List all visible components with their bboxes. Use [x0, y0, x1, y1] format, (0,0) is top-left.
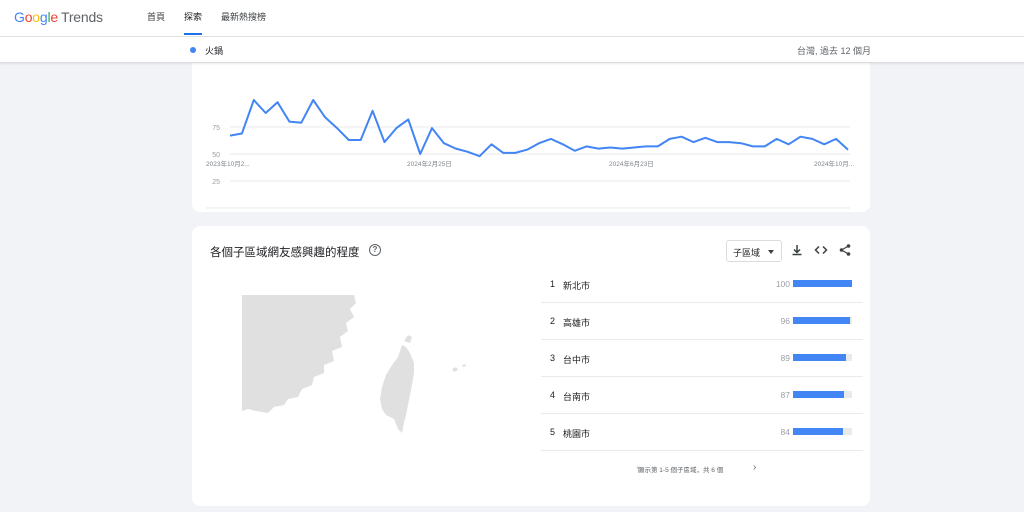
nav-home[interactable]: 首頁: [147, 0, 165, 36]
interest-bar-track: [793, 317, 852, 324]
rank-number: 5: [550, 427, 556, 437]
region-resolution-select[interactable]: 子區域: [726, 240, 782, 262]
main-nav: 首頁 探索 最新熱搜榜: [147, 0, 285, 36]
share-icon[interactable]: [838, 243, 852, 257]
logo-letter: o: [32, 9, 40, 25]
embed-icon[interactable]: [814, 243, 828, 257]
interest-over-time-card: 75 50 25 2023年10月2... 2024年2月25日 2024年6月23日 20…: [192, 50, 870, 212]
region-name[interactable]: 桃園市: [563, 427, 590, 440]
dropdown-caret-icon: [768, 250, 774, 254]
y-tick-label: 25: [212, 179, 220, 186]
rank-number: 4: [550, 390, 556, 400]
list-item[interactable]: 5 桃園市 84: [541, 414, 863, 451]
nav-explore[interactable]: 探索: [184, 0, 203, 36]
islet-shape: [462, 364, 466, 367]
interest-bar: [793, 317, 850, 324]
rank-number: 2: [550, 316, 556, 326]
logo-letter: e: [50, 9, 58, 25]
list-item[interactable]: 2 高雄市 96: [541, 303, 863, 340]
interest-value: 96: [780, 316, 790, 326]
region-name[interactable]: 台南市: [563, 390, 590, 403]
interest-line-chart: 75 50 25 2023年10月2... 2024年2月25日 2024年6月23日 20…: [206, 99, 854, 209]
islet-shape: [452, 367, 458, 372]
interest-bar: [793, 280, 852, 287]
interest-value: 89: [780, 353, 790, 363]
interest-bar: [793, 354, 846, 361]
list-item[interactable]: 1 新北市 100: [541, 266, 863, 303]
x-tick-label: 2024年6月23日: [609, 159, 654, 168]
filter-summary[interactable]: 台灣, 過去 12 個月: [797, 44, 871, 57]
rank-number: 3: [550, 353, 556, 363]
mainland-coast-shape: [242, 295, 356, 413]
search-term-label[interactable]: 火鍋: [205, 44, 223, 57]
series-line[interactable]: [229, 99, 849, 158]
interest-by-subregion-card: 各個子區域網友感興趣的程度 ? 子區域 1 新北市 100 2 高雄市 96 3…: [192, 226, 870, 506]
logo-product: Trends: [61, 9, 103, 25]
google-trends-logo[interactable]: Google Trends: [14, 9, 103, 25]
top-app-bar: Google Trends 首頁 探索 最新熱搜榜: [0, 0, 1024, 36]
region-name[interactable]: 高雄市: [563, 316, 590, 329]
region-name[interactable]: 新北市: [563, 279, 590, 292]
interest-bar-track: [793, 354, 852, 361]
rank-number: 1: [550, 279, 556, 289]
interest-bar: [793, 428, 843, 435]
section-title: 各個子區域網友感興趣的程度: [210, 247, 360, 259]
list-item[interactable]: 3 台中市 89: [541, 340, 863, 377]
help-icon[interactable]: ?: [369, 244, 381, 256]
y-tick-label: 75: [212, 125, 220, 132]
interest-value: 100: [775, 279, 790, 289]
chevron-right-icon[interactable]: ›: [753, 462, 756, 473]
pagination-label: 顯示第 1-5 個子區域，共 6 個: [638, 467, 724, 474]
select-value: 子區域: [733, 248, 761, 258]
interest-bar: [793, 391, 845, 398]
subregion-ranking-list: 1 新北市 100 2 高雄市 96 3 台中市 89 4 台南市 87 5 桃…: [541, 266, 863, 451]
list-item[interactable]: 4 台南市 87: [541, 377, 863, 414]
interest-bar-track: [793, 391, 852, 398]
download-icon[interactable]: [790, 243, 804, 257]
x-tick-label: 2024年2月25日: [407, 159, 452, 168]
x-tick-label: 2023年10月2...: [206, 159, 250, 168]
interest-bar-track: [793, 428, 852, 435]
region-name[interactable]: 台中市: [563, 353, 590, 366]
subregion-map[interactable]: [232, 291, 482, 441]
interest-value: 84: [780, 427, 790, 437]
taiwan-island-shape: [380, 335, 414, 433]
x-tick-label: 2024年10月...: [814, 159, 854, 168]
interest-value: 87: [780, 390, 790, 400]
y-tick-label: 50: [212, 152, 220, 159]
logo-letter: G: [14, 9, 25, 25]
interest-bar-track: [793, 280, 852, 287]
nav-trending-now[interactable]: 最新熱搜榜: [221, 0, 266, 36]
search-term-bar: 火鍋 台灣, 過去 12 個月: [0, 36, 1024, 63]
term-color-dot: [190, 47, 196, 53]
